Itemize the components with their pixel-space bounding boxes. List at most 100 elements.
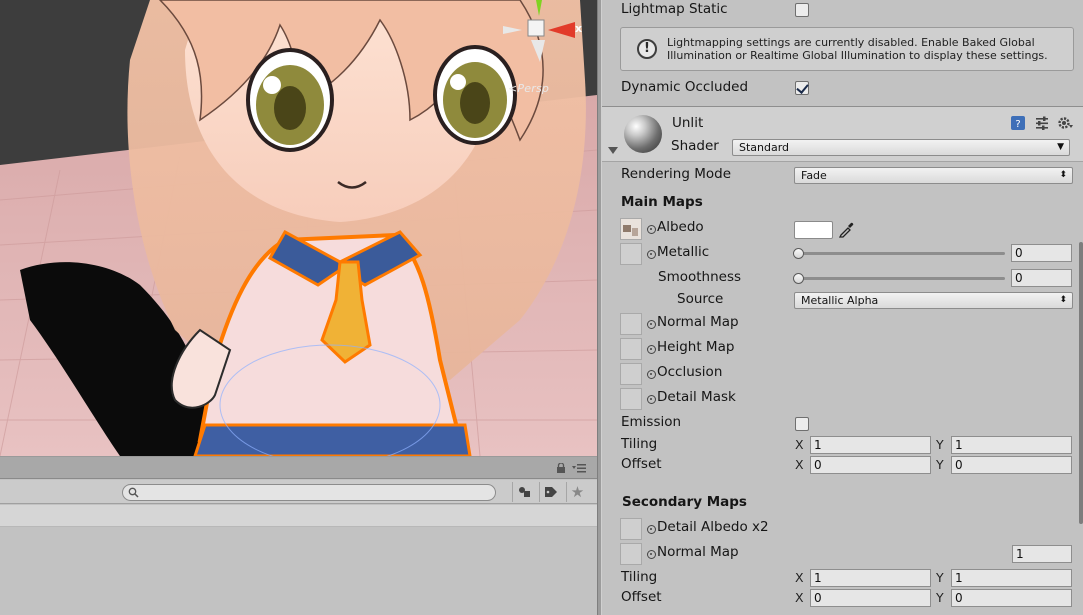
presets-icon[interactable] <box>1034 115 1050 131</box>
detail-albedo-texture-slot[interactable] <box>620 518 642 540</box>
panel-content-header <box>0 505 597 527</box>
albedo-texture-slot[interactable] <box>620 218 642 240</box>
panel-tab-bar <box>0 457 597 479</box>
height-map-picker-icon[interactable] <box>647 345 656 354</box>
metallic-slider-thumb[interactable] <box>793 248 804 259</box>
secondary-offset-label: Offset <box>621 589 662 605</box>
project-panel: ★ <box>0 456 597 615</box>
updown-arrows-icon: ⬍ <box>1059 170 1067 180</box>
material-header[interactable]: Unlit Shader Standard ▼ ? <box>602 106 1083 162</box>
gizmo-x-axis-label: x <box>575 22 583 35</box>
filter-by-type-button[interactable] <box>512 482 534 502</box>
secondary-tiling-y-field[interactable]: 1 <box>951 569 1072 587</box>
tiling-x-label: X <box>795 437 804 452</box>
offset-y-label: Y <box>936 457 944 472</box>
metallic-picker-icon[interactable] <box>647 250 656 259</box>
favorites-star-icon: ★ <box>570 483 585 501</box>
source-value: Metallic Alpha <box>801 294 879 307</box>
secondary-offset-x-field[interactable]: 0 <box>810 589 931 607</box>
lightmap-static-label: Lightmap Static <box>621 1 728 17</box>
tiling-label: Tiling <box>621 436 658 452</box>
foldout-arrow-icon[interactable] <box>608 147 618 154</box>
detail-mask-texture-slot[interactable] <box>620 388 642 410</box>
updown-arrows-icon: ⬍ <box>1059 295 1067 305</box>
dynamic-occluded-label: Dynamic Occluded <box>621 79 749 95</box>
scene-render <box>0 0 597 456</box>
normal-map-picker-icon[interactable] <box>647 320 656 329</box>
lock-icon[interactable] <box>556 463 566 473</box>
metallic-value-field[interactable]: 0 <box>1011 244 1072 262</box>
lightmap-static-checkbox[interactable] <box>795 3 809 17</box>
main-maps-heading-row: Main Maps <box>602 194 1083 214</box>
metallic-texture-slot[interactable] <box>620 243 642 265</box>
inspector-scrollbar[interactable] <box>1079 242 1083 524</box>
search-icon <box>128 487 139 498</box>
shader-dropdown[interactable]: Standard ▼ <box>732 139 1070 156</box>
offset-x-field[interactable]: 0 <box>810 456 931 474</box>
secondary-normal-map-picker-icon[interactable] <box>647 550 656 559</box>
filter-by-type-icon <box>518 487 530 497</box>
albedo-texture-thumbnail <box>621 219 641 239</box>
scene-view[interactable]: <Persp x <box>0 0 597 456</box>
rendering-mode-dropdown[interactable]: Fade ⬍ <box>794 167 1073 184</box>
settings-gear-icon[interactable] <box>1057 115 1073 131</box>
occlusion-texture-slot[interactable] <box>620 363 642 385</box>
height-map-texture-slot[interactable] <box>620 338 642 360</box>
search-field[interactable] <box>122 484 496 501</box>
detail-mask-label: Detail Mask <box>657 389 736 405</box>
rendering-mode-label: Rendering Mode <box>621 166 732 182</box>
perspective-label[interactable]: <Persp <box>508 82 549 95</box>
project-toolbar: ★ <box>0 480 597 504</box>
help-box: ! Lightmapping settings are currently di… <box>620 27 1074 71</box>
height-map-label: Height Map <box>657 339 735 355</box>
emission-checkbox[interactable] <box>795 417 809 431</box>
albedo-picker-icon[interactable] <box>647 225 656 234</box>
secondary-normal-map-label: Normal Map <box>657 544 739 560</box>
source-label: Source <box>677 291 724 307</box>
secondary-normal-map-texture-slot[interactable] <box>620 543 642 565</box>
secondary-tiling-label: Tiling <box>621 569 658 585</box>
detail-albedo-label: Detail Albedo x2 <box>657 519 769 535</box>
secondary-offset-y-field[interactable]: 0 <box>951 589 1072 607</box>
occlusion-picker-icon[interactable] <box>647 370 656 379</box>
info-icon: ! <box>637 39 657 59</box>
albedo-label: Albedo <box>657 219 704 235</box>
material-preview-sphere[interactable] <box>624 115 662 153</box>
offset-label: Offset <box>621 456 662 472</box>
albedo-color-swatch[interactable] <box>794 221 833 239</box>
smoothness-value-field[interactable]: 0 <box>1011 269 1072 287</box>
smoothness-slider-thumb[interactable] <box>793 273 804 284</box>
normal-map-label: Normal Map <box>657 314 739 330</box>
tiling-y-field[interactable]: 1 <box>951 436 1072 454</box>
shader-value: Standard <box>739 141 790 154</box>
secondary-tiling-y-label: Y <box>936 570 944 585</box>
source-dropdown[interactable]: Metallic Alpha ⬍ <box>794 292 1073 309</box>
normal-map-texture-slot[interactable] <box>620 313 642 335</box>
offset-x-label: X <box>795 457 804 472</box>
main-maps-heading: Main Maps <box>621 194 703 210</box>
occlusion-label: Occlusion <box>657 364 723 380</box>
secondary-offset-x-label: X <box>795 590 804 605</box>
material-name: Unlit <box>672 115 704 131</box>
lightmap-static-row: Lightmap Static <box>602 0 1083 20</box>
detail-mask-picker-icon[interactable] <box>647 395 656 404</box>
search-input[interactable] <box>141 485 481 500</box>
dynamic-occluded-checkbox[interactable] <box>795 81 809 95</box>
secondary-normal-scale-field[interactable]: 1 <box>1012 545 1072 563</box>
favorites-button[interactable]: ★ <box>566 482 588 502</box>
dynamic-occluded-row: Dynamic Occluded <box>602 78 1083 98</box>
eyedropper-icon[interactable] <box>838 220 856 238</box>
secondary-tiling-x-field[interactable]: 1 <box>810 569 931 587</box>
secondary-maps-heading: Secondary Maps <box>622 494 747 510</box>
metallic-label: Metallic <box>657 244 710 260</box>
help-book-icon[interactable]: ? <box>1010 115 1026 131</box>
smoothness-label: Smoothness <box>658 269 742 285</box>
filter-by-label-button[interactable] <box>539 482 561 502</box>
metallic-slider-track[interactable] <box>798 252 1005 255</box>
menu-icon[interactable] <box>572 463 586 473</box>
smoothness-slider-track[interactable] <box>798 277 1005 280</box>
offset-y-field[interactable]: 0 <box>951 456 1072 474</box>
tiling-x-field[interactable]: 1 <box>810 436 931 454</box>
detail-albedo-picker-icon[interactable] <box>647 525 656 534</box>
filter-by-label-icon <box>544 487 557 497</box>
